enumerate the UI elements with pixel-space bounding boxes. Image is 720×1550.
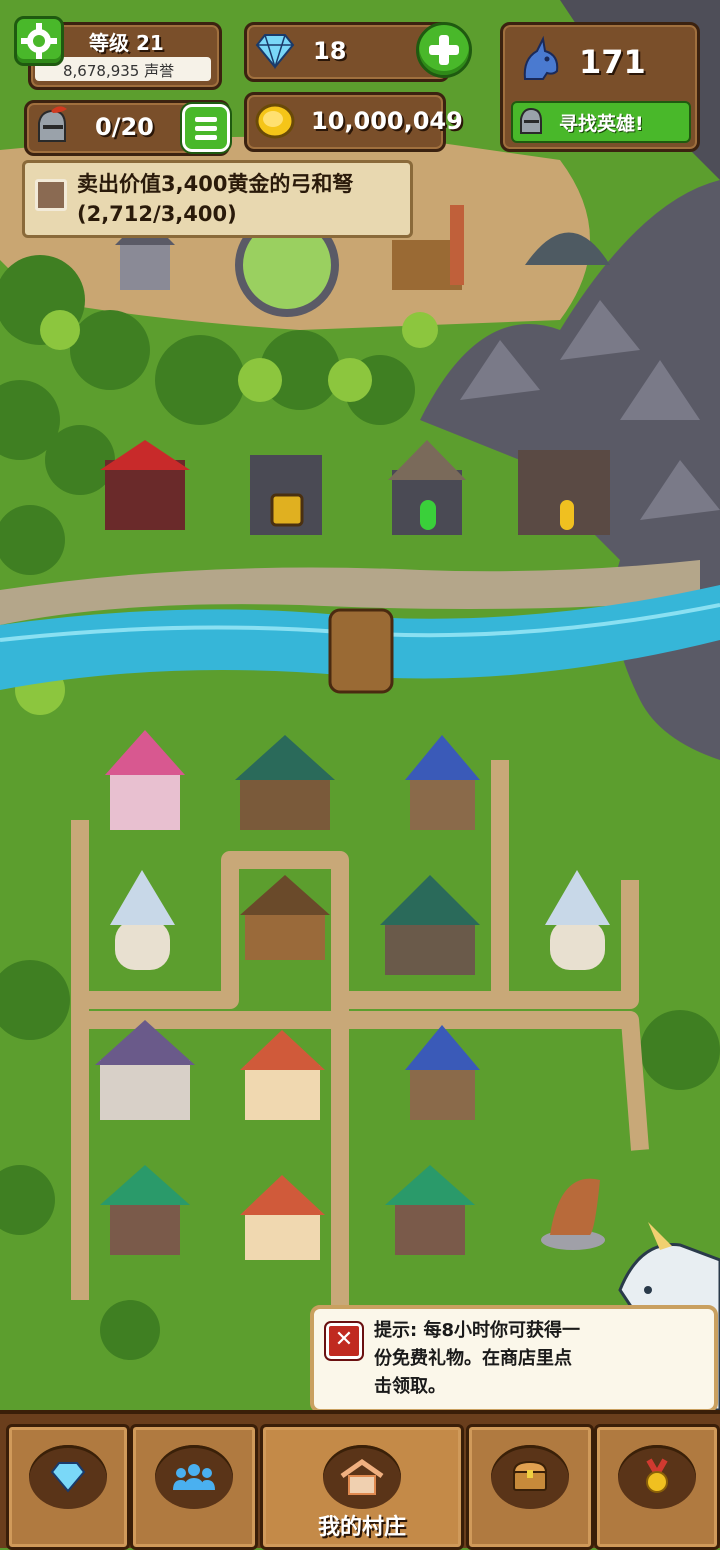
nav-my-village[interactable]: 我的村庄: [260, 1424, 464, 1550]
tip-text: 提示: 每8小时你可获得一 份免费礼物。在商店里点 击领取。: [374, 1317, 614, 1401]
close-icon: ✕: [334, 1327, 354, 1352]
unicorn-icon: [523, 35, 559, 80]
diamond-icon: [255, 34, 295, 70]
nav-icon-bg: [29, 1445, 107, 1509]
nav-icon-bg: [618, 1445, 696, 1509]
settings-button[interactable]: [14, 16, 64, 66]
nav-heroes[interactable]: [130, 1424, 258, 1550]
level-label: 等级 21: [89, 31, 164, 55]
heroes-count: 0/20: [95, 113, 154, 141]
nav-icon-bg: [323, 1445, 401, 1509]
list-icon: [195, 117, 217, 140]
nav-shop-gems[interactable]: [6, 1424, 130, 1550]
tip-line: 击领取。: [374, 1376, 446, 1397]
gold-coin-icon: [255, 103, 295, 139]
nav-label-my-village: 我的村庄: [317, 1515, 406, 1540]
medal-icon: [646, 1458, 668, 1493]
gems-count: 18: [313, 37, 347, 65]
house-icon: [340, 1458, 384, 1495]
close-tip-button[interactable]: ✕: [324, 1321, 364, 1361]
tip-line: 份免费礼物。在商店里点: [374, 1348, 572, 1369]
gold-count: 10,000,049: [311, 107, 463, 135]
tip-dialog: ✕ 提示: 每8小时你可获得一 份免费礼物。在商店里点 击领取。: [310, 1305, 718, 1413]
reputation-value: 8,678,935 声誉: [63, 62, 175, 80]
quest-text: 卖出价值3,400黄金的弓和弩 (2,712/3,400): [77, 169, 353, 229]
plus-icon: [429, 35, 459, 65]
nav-achievements[interactable]: [594, 1424, 720, 1550]
gear-icon: [21, 23, 57, 59]
quest-title: 卖出价值3,400黄金的弓和弩: [77, 172, 354, 196]
find-heroes-button[interactable]: 寻找英雄!: [511, 101, 691, 143]
quest-checkbox: [35, 179, 67, 211]
nav-icon-bg: [155, 1445, 233, 1509]
knight-helmet-icon: [38, 106, 67, 142]
add-gems-button[interactable]: [416, 22, 472, 78]
knight-helmet-icon: [520, 107, 542, 134]
bottom-nav: 我的村庄: [0, 1410, 720, 1550]
unicorn-count: 171: [579, 43, 646, 81]
gem-icon: [50, 1462, 86, 1493]
quest-banner[interactable]: 卖出价值3,400黄金的弓和弩 (2,712/3,400): [22, 160, 413, 238]
chest-icon: [512, 1460, 548, 1491]
unicorn-panel: 171 寻找英雄!: [500, 22, 700, 152]
hero-list-button[interactable]: [180, 102, 232, 154]
find-heroes-label: 寻找英雄!: [559, 113, 644, 135]
nav-icon-bg: [491, 1445, 569, 1509]
people-icon: [173, 1464, 215, 1490]
tip-line: 提示: 每8小时你可获得一: [374, 1320, 580, 1341]
gold-panel: 10,000,049: [244, 92, 463, 152]
nav-shop[interactable]: [466, 1424, 594, 1550]
quest-progress: (2,712/3,400): [77, 202, 237, 226]
